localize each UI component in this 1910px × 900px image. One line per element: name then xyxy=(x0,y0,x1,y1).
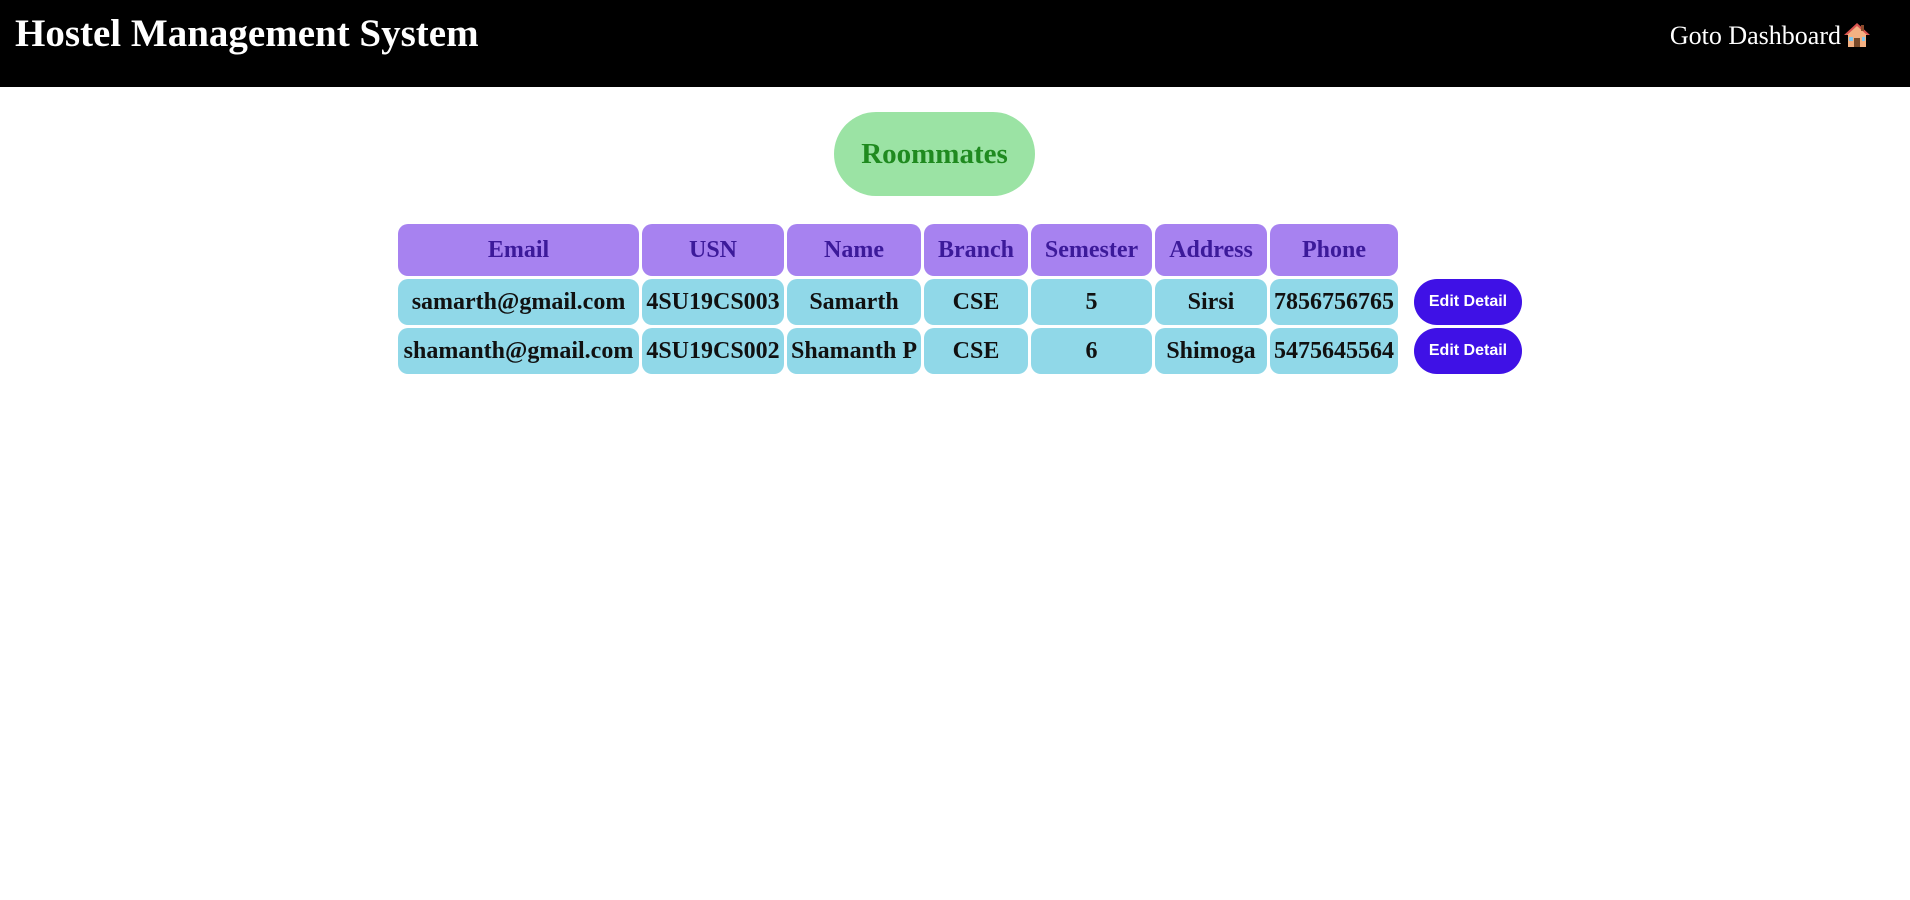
column-header-email: Email xyxy=(398,224,639,276)
cell-branch: CSE xyxy=(924,328,1028,374)
roommates-table: Email USN Name Branch Semester Address P… xyxy=(395,221,1525,377)
top-navbar: Hostel Management System Goto Dashboard xyxy=(0,0,1910,87)
cell-action: Edit Detail xyxy=(1401,328,1522,374)
table-row: shamanth@gmail.com 4SU19CS002 Shamanth P… xyxy=(398,328,1522,374)
cell-usn: 4SU19CS002 xyxy=(642,328,784,374)
column-header-semester: Semester xyxy=(1031,224,1152,276)
column-header-phone: Phone xyxy=(1270,224,1398,276)
app-title: Hostel Management System xyxy=(15,12,479,55)
cell-address: Shimoga xyxy=(1155,328,1267,374)
cell-usn: 4SU19CS003 xyxy=(642,279,784,325)
roommates-heading: Roommates xyxy=(834,112,1035,196)
column-header-usn: USN xyxy=(642,224,784,276)
column-header-branch: Branch xyxy=(924,224,1028,276)
edit-detail-button[interactable]: Edit Detail xyxy=(1414,328,1522,374)
cell-branch: CSE xyxy=(924,279,1028,325)
column-header-name: Name xyxy=(787,224,921,276)
cell-semester: 6 xyxy=(1031,328,1152,374)
cell-semester: 5 xyxy=(1031,279,1152,325)
cell-phone: 7856756765 xyxy=(1270,279,1398,325)
column-header-action xyxy=(1401,224,1522,276)
goto-dashboard-label: Goto Dashboard xyxy=(1669,21,1841,50)
column-header-address: Address xyxy=(1155,224,1267,276)
house-icon xyxy=(1844,22,1870,48)
cell-email: shamanth@gmail.com xyxy=(398,328,639,374)
cell-name: Shamanth P xyxy=(787,328,921,374)
roommates-table-container: Email USN Name Branch Semester Address P… xyxy=(395,221,1525,377)
cell-phone: 5475645564 xyxy=(1270,328,1398,374)
cell-name: Samarth xyxy=(787,279,921,325)
table-row: samarth@gmail.com 4SU19CS003 Samarth CSE… xyxy=(398,279,1522,325)
cell-address: Sirsi xyxy=(1155,279,1267,325)
table-header-row: Email USN Name Branch Semester Address P… xyxy=(398,224,1522,276)
cell-action: Edit Detail xyxy=(1401,279,1522,325)
cell-email: samarth@gmail.com xyxy=(398,279,639,325)
goto-dashboard-link[interactable]: Goto Dashboard xyxy=(1670,18,1870,54)
edit-detail-button[interactable]: Edit Detail xyxy=(1414,279,1522,325)
